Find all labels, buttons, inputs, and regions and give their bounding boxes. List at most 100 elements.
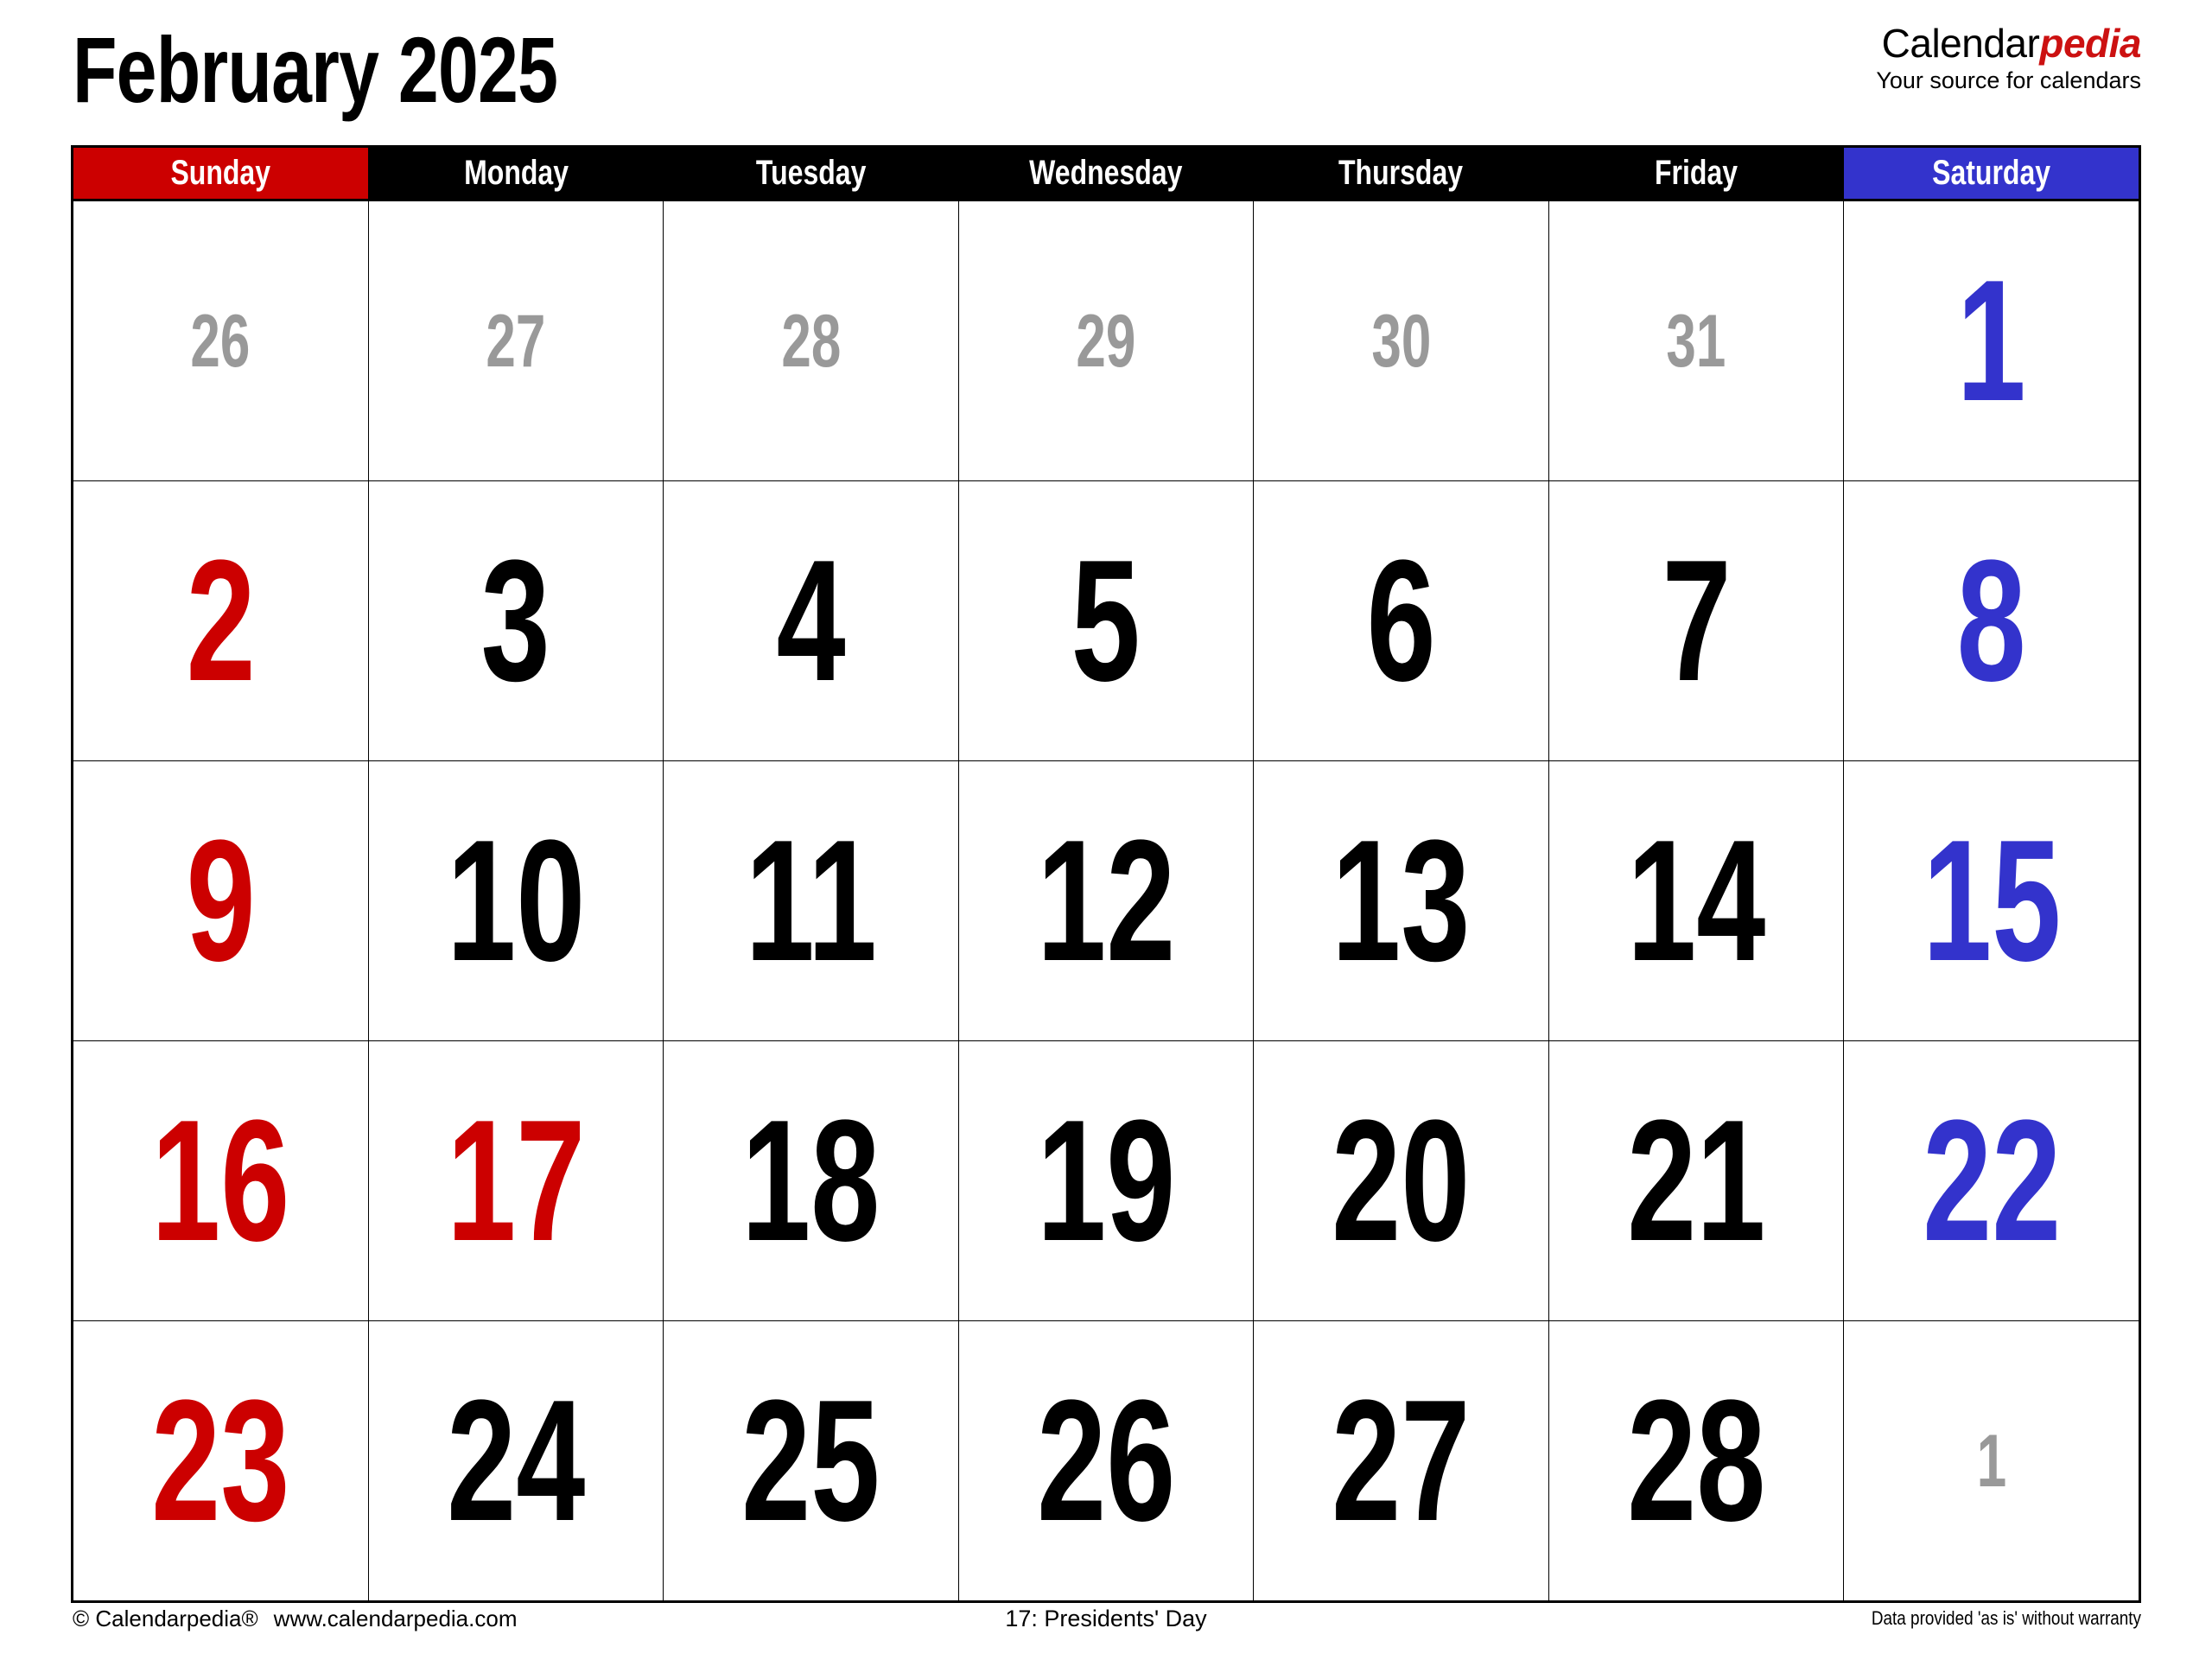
- brand-wordmark: Calendarpedia: [1876, 21, 2142, 66]
- day-number: 11: [745, 804, 877, 997]
- weekday-header-monday: Monday: [368, 148, 664, 199]
- day-number: 28: [781, 299, 841, 383]
- day-number: 29: [1076, 299, 1136, 383]
- day-cell[interactable]: 15: [1844, 761, 2139, 1040]
- page-header: February 2025 Calendarpedia Your source …: [0, 0, 2212, 145]
- day-cell[interactable]: 30: [1254, 201, 1549, 480]
- day-number: 17: [446, 1084, 585, 1277]
- disclaimer-text: Data provided 'as is' without warranty: [1871, 1607, 2141, 1629]
- page-footer: © Calendarpedia® www.calendarpedia.com 17…: [0, 1606, 2212, 1657]
- calendar-page: February 2025 Calendarpedia Your source …: [0, 0, 2212, 1679]
- weekday-label-monday: Monday: [463, 154, 569, 192]
- day-cell[interactable]: 26: [959, 1321, 1255, 1600]
- day-number: 6: [1366, 524, 1436, 717]
- day-number: 4: [776, 524, 846, 717]
- day-cell[interactable]: 19: [959, 1041, 1255, 1320]
- day-cell[interactable]: 25: [664, 1321, 959, 1600]
- day-number: 27: [1332, 1364, 1471, 1557]
- day-cell[interactable]: 12: [959, 761, 1255, 1040]
- day-cell[interactable]: 13: [1254, 761, 1549, 1040]
- weekday-header-thursday: Thursday: [1253, 148, 1549, 199]
- day-number: 16: [151, 1084, 290, 1277]
- day-cell[interactable]: 31: [1549, 201, 1845, 480]
- day-cell[interactable]: 21: [1549, 1041, 1845, 1320]
- day-number: 27: [486, 299, 546, 383]
- day-cell[interactable]: 4: [664, 481, 959, 760]
- weekday-header-tuesday: Tuesday: [663, 148, 959, 199]
- day-cell[interactable]: 22: [1844, 1041, 2139, 1320]
- day-cell[interactable]: 10: [369, 761, 664, 1040]
- day-number: 23: [151, 1364, 290, 1557]
- day-number: 25: [741, 1364, 880, 1557]
- day-cell[interactable]: 23: [73, 1321, 369, 1600]
- day-number: 21: [1627, 1084, 1766, 1277]
- day-cell[interactable]: 1: [1844, 1321, 2139, 1600]
- day-cell[interactable]: 8: [1844, 481, 2139, 760]
- day-cell[interactable]: 3: [369, 481, 664, 760]
- day-number: 5: [1071, 524, 1141, 717]
- day-number: 15: [1922, 804, 2061, 997]
- day-number: 1: [1956, 244, 2026, 437]
- day-cell[interactable]: 26: [73, 201, 369, 480]
- day-number: 26: [1036, 1364, 1176, 1557]
- day-cell[interactable]: 29: [959, 201, 1255, 480]
- weekday-label-wednesday: Wednesday: [1029, 154, 1183, 192]
- day-cell[interactable]: 28: [664, 201, 959, 480]
- page-title: February 2025: [73, 17, 558, 122]
- day-cell[interactable]: 20: [1254, 1041, 1549, 1320]
- day-number: 10: [446, 804, 585, 997]
- day-cell[interactable]: 28: [1549, 1321, 1845, 1600]
- day-cell[interactable]: 27: [1254, 1321, 1549, 1600]
- day-cell[interactable]: 9: [73, 761, 369, 1040]
- week-row: 26 27 28 29 30 31 1: [73, 201, 2139, 481]
- day-number: 20: [1332, 1084, 1471, 1277]
- day-number: 31: [1666, 299, 1726, 383]
- week-row: 23 24 25 26 27 28 1: [73, 1321, 2139, 1600]
- day-cell[interactable]: 5: [959, 481, 1255, 760]
- day-cell[interactable]: 7: [1549, 481, 1845, 760]
- day-number: 22: [1922, 1084, 2061, 1277]
- day-cell[interactable]: 17: [369, 1041, 664, 1320]
- weekday-header-friday: Friday: [1548, 148, 1844, 199]
- day-number: 9: [186, 804, 256, 997]
- weekday-label-saturday: Saturday: [1931, 154, 2050, 192]
- day-number: 18: [741, 1084, 880, 1277]
- weekday-label-friday: Friday: [1654, 154, 1738, 192]
- day-number: 19: [1036, 1084, 1176, 1277]
- week-row: 2 3 4 5 6 7 8: [73, 481, 2139, 761]
- weekday-header-saturday: Saturday: [1843, 148, 2139, 199]
- day-number: 12: [1036, 804, 1176, 997]
- week-row: 16 17 18 19 20 21 22: [73, 1041, 2139, 1321]
- day-cell[interactable]: 6: [1254, 481, 1549, 760]
- day-cell[interactable]: 14: [1549, 761, 1845, 1040]
- day-number: 3: [480, 524, 550, 717]
- day-cell[interactable]: 1: [1844, 201, 2139, 480]
- weekday-header-wednesday: Wednesday: [958, 148, 1254, 199]
- day-number: 13: [1332, 804, 1471, 997]
- day-cell[interactable]: 2: [73, 481, 369, 760]
- day-number: 2: [186, 524, 256, 717]
- day-number: 7: [1662, 524, 1732, 717]
- day-number: 28: [1627, 1364, 1766, 1557]
- day-number: 26: [190, 299, 251, 383]
- weekday-header-row: Sunday Monday Tuesday Wednesday Thursday…: [73, 148, 2139, 201]
- day-cell[interactable]: 16: [73, 1041, 369, 1320]
- weekday-header-sunday: Sunday: [73, 148, 369, 199]
- day-cell[interactable]: 18: [664, 1041, 959, 1320]
- brand-name-accent: pedia: [2039, 21, 2141, 66]
- day-cell[interactable]: 24: [369, 1321, 664, 1600]
- brand-name-primary: Calendar: [1881, 21, 2040, 66]
- calendar-grid: Sunday Monday Tuesday Wednesday Thursday…: [71, 145, 2141, 1603]
- day-number: 30: [1371, 299, 1432, 383]
- weekday-label-tuesday: Tuesday: [755, 154, 867, 192]
- day-number: 1: [1976, 1419, 2006, 1503]
- disclaimer-block: Data provided 'as is' without warranty: [1827, 1607, 2141, 1630]
- weekday-label-sunday: Sunday: [170, 154, 271, 192]
- day-cell[interactable]: 27: [369, 201, 664, 480]
- calendarpedia-logo: Calendarpedia Your source for calendars: [1876, 22, 2141, 92]
- brand-tagline: Your source for calendars: [1876, 67, 2141, 94]
- day-cell[interactable]: 11: [664, 761, 959, 1040]
- weekday-label-thursday: Thursday: [1338, 154, 1464, 192]
- week-row: 9 10 11 12 13 14 15: [73, 761, 2139, 1041]
- day-number: 14: [1627, 804, 1766, 997]
